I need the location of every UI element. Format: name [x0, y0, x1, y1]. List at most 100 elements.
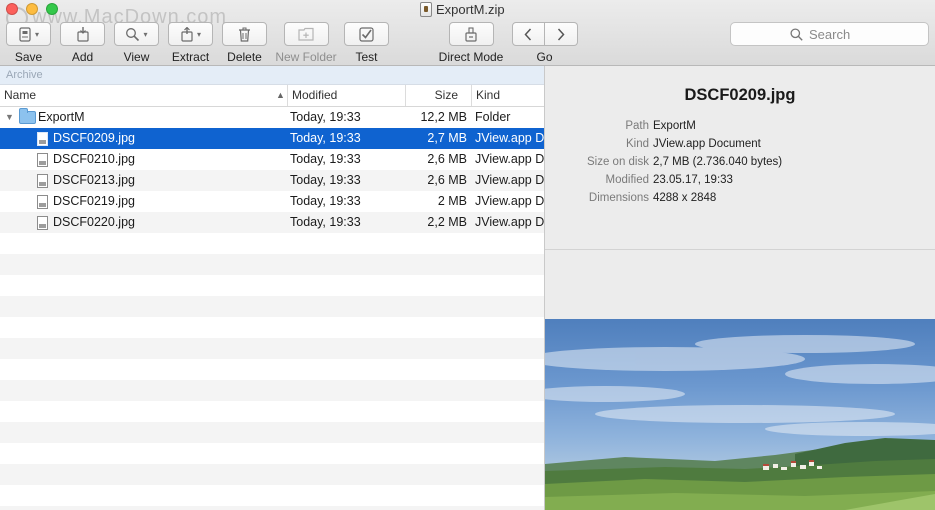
info-kind-value: JView.app Document [653, 138, 761, 150]
empty-row [0, 338, 544, 359]
chevron-down-icon: ▾ [143, 29, 148, 39]
new-folder-button[interactable] [283, 22, 329, 46]
info-dimensions-value: 4288 x 2848 [653, 192, 717, 204]
search-field[interactable] [730, 22, 929, 46]
table-row[interactable]: DSCF0213.jpg Today, 19:33 2,6 MB JView.a… [0, 170, 544, 191]
name-cell: DSCF0210.jpg [0, 149, 287, 170]
zoom-window-button[interactable] [46, 3, 58, 15]
empty-row [0, 359, 544, 380]
chevron-down-icon: ▾ [34, 29, 39, 39]
window-title: ExportM.zip [420, 1, 505, 17]
sort-ascending-icon: ▲ [276, 90, 285, 100]
size-cell: 2,6 MB [427, 173, 467, 187]
empty-row [0, 296, 544, 317]
extract-button[interactable]: ▾ [168, 22, 213, 46]
info-dimensions-row: Dimensions 4288 x 2848 [545, 190, 935, 206]
go-label: Go [536, 50, 553, 64]
file-list: ▼ ExportM Today, 19:33 12,2 MB Folder DS… [0, 107, 544, 510]
column-kind-label: Kind [476, 88, 501, 102]
direct-mode-label: Direct Mode [438, 50, 504, 64]
file-name: DSCF0210.jpg [53, 152, 135, 166]
table-row[interactable]: DSCF0210.jpg Today, 19:33 2,6 MB JView.a… [0, 149, 544, 170]
inspector-divider [545, 249, 935, 250]
archive-label: Archive [6, 69, 43, 81]
empty-row [0, 317, 544, 338]
add-button[interactable] [60, 22, 105, 46]
trash-icon [239, 27, 250, 42]
window-title-text: ExportM.zip [436, 1, 505, 17]
toolbar: www.MacDown.com ExportM.zip ▾ Save Add ▾… [0, 0, 935, 66]
jpeg-file-icon [37, 131, 48, 146]
delete-button[interactable] [222, 22, 267, 46]
add-tool: Add [60, 22, 105, 64]
column-name-header[interactable]: Name [0, 85, 287, 106]
new-folder-tool: New Folder [275, 22, 337, 64]
search-input[interactable] [809, 26, 869, 42]
name-cell: DSCF0209.jpg [0, 128, 287, 149]
size-cell: 2,7 MB [427, 131, 467, 145]
table-row[interactable]: DSCF0220.jpg Today, 19:33 2,2 MB JView.a… [0, 212, 544, 233]
column-modified-label: Modified [292, 88, 338, 102]
direct-mode-button[interactable] [448, 22, 494, 46]
new-folder-label: New Folder [275, 50, 337, 64]
jpeg-file-icon [37, 194, 48, 209]
jpeg-file-icon [37, 173, 48, 188]
modified-cell: Today, 19:33 [290, 194, 361, 208]
jpeg-file-icon [37, 215, 48, 230]
column-name-label: Name [4, 88, 37, 102]
direct-mode-icon [465, 26, 477, 42]
size-cell: 2,2 MB [427, 215, 467, 229]
kind-cell: JView.app Document [475, 152, 544, 166]
inspector-panel: DSCF0209.jpg Path ExportM Kind JView.app… [545, 66, 935, 510]
info-modified-label: Modified [605, 174, 649, 186]
column-size-header[interactable]: Size [405, 85, 471, 106]
minimize-window-button[interactable] [26, 3, 38, 15]
save-label: Save [14, 50, 43, 64]
go-segmented-control [511, 22, 578, 46]
test-button[interactable] [344, 22, 389, 46]
table-row[interactable]: DSCF0209.jpg Today, 19:33 2,7 MB JView.a… [0, 128, 544, 149]
save-button[interactable]: ▾ [6, 22, 51, 46]
extract-label: Extract [171, 50, 210, 64]
info-kind-row: Kind JView.app Document [545, 136, 935, 152]
inspector-title: DSCF0209.jpg [684, 86, 796, 104]
info-path-value: ExportM [653, 120, 696, 132]
kind-cell: JView.app Document [475, 173, 544, 187]
name-cell: DSCF0219.jpg [0, 191, 287, 212]
table-row[interactable]: DSCF0219.jpg Today, 19:33 2 MB JView.app… [0, 191, 544, 212]
new-folder-icon [298, 27, 314, 41]
extract-tool: ▾ Extract [168, 22, 213, 64]
file-name: DSCF0220.jpg [53, 215, 135, 229]
info-size-value: 2,7 MB (2.736.040 bytes) [653, 156, 783, 168]
empty-row [0, 506, 544, 510]
delete-label: Delete [227, 50, 262, 64]
delete-tool: Delete [222, 22, 267, 64]
info-dimensions-label: Dimensions [588, 192, 649, 204]
archive-path-bar: Archive [0, 66, 544, 85]
file-browser: Archive Name ▲ Modified Size Kind ▼ Expo… [0, 66, 544, 510]
forward-button[interactable] [544, 22, 578, 46]
column-modified-header[interactable]: Modified [287, 85, 405, 106]
checkmark-icon [359, 26, 374, 42]
chevron-down-icon: ▾ [196, 29, 201, 39]
jpeg-file-icon [37, 152, 48, 167]
landscape-photo [545, 335, 935, 510]
column-kind-header[interactable]: Kind [471, 85, 544, 106]
close-window-button[interactable] [6, 3, 18, 15]
empty-row [0, 485, 544, 506]
modified-cell: Today, 19:33 [290, 110, 361, 124]
zip-file-icon [420, 1, 432, 17]
save-tool: ▾ Save [6, 22, 51, 64]
modified-cell: Today, 19:33 [290, 152, 361, 166]
disclosure-triangle-icon[interactable]: ▼ [5, 107, 15, 128]
name-cell: ▼ ExportM [0, 107, 287, 128]
empty-row [0, 443, 544, 464]
back-button[interactable] [511, 22, 545, 46]
file-name: DSCF0209.jpg [53, 131, 135, 145]
view-button[interactable]: ▾ [114, 22, 159, 46]
empty-row [0, 275, 544, 296]
table-row[interactable]: ▼ ExportM Today, 19:33 12,2 MB Folder [0, 107, 544, 128]
view-label: View [123, 50, 150, 64]
kind-cell: Folder [475, 110, 511, 124]
add-to-archive-icon [76, 26, 89, 42]
